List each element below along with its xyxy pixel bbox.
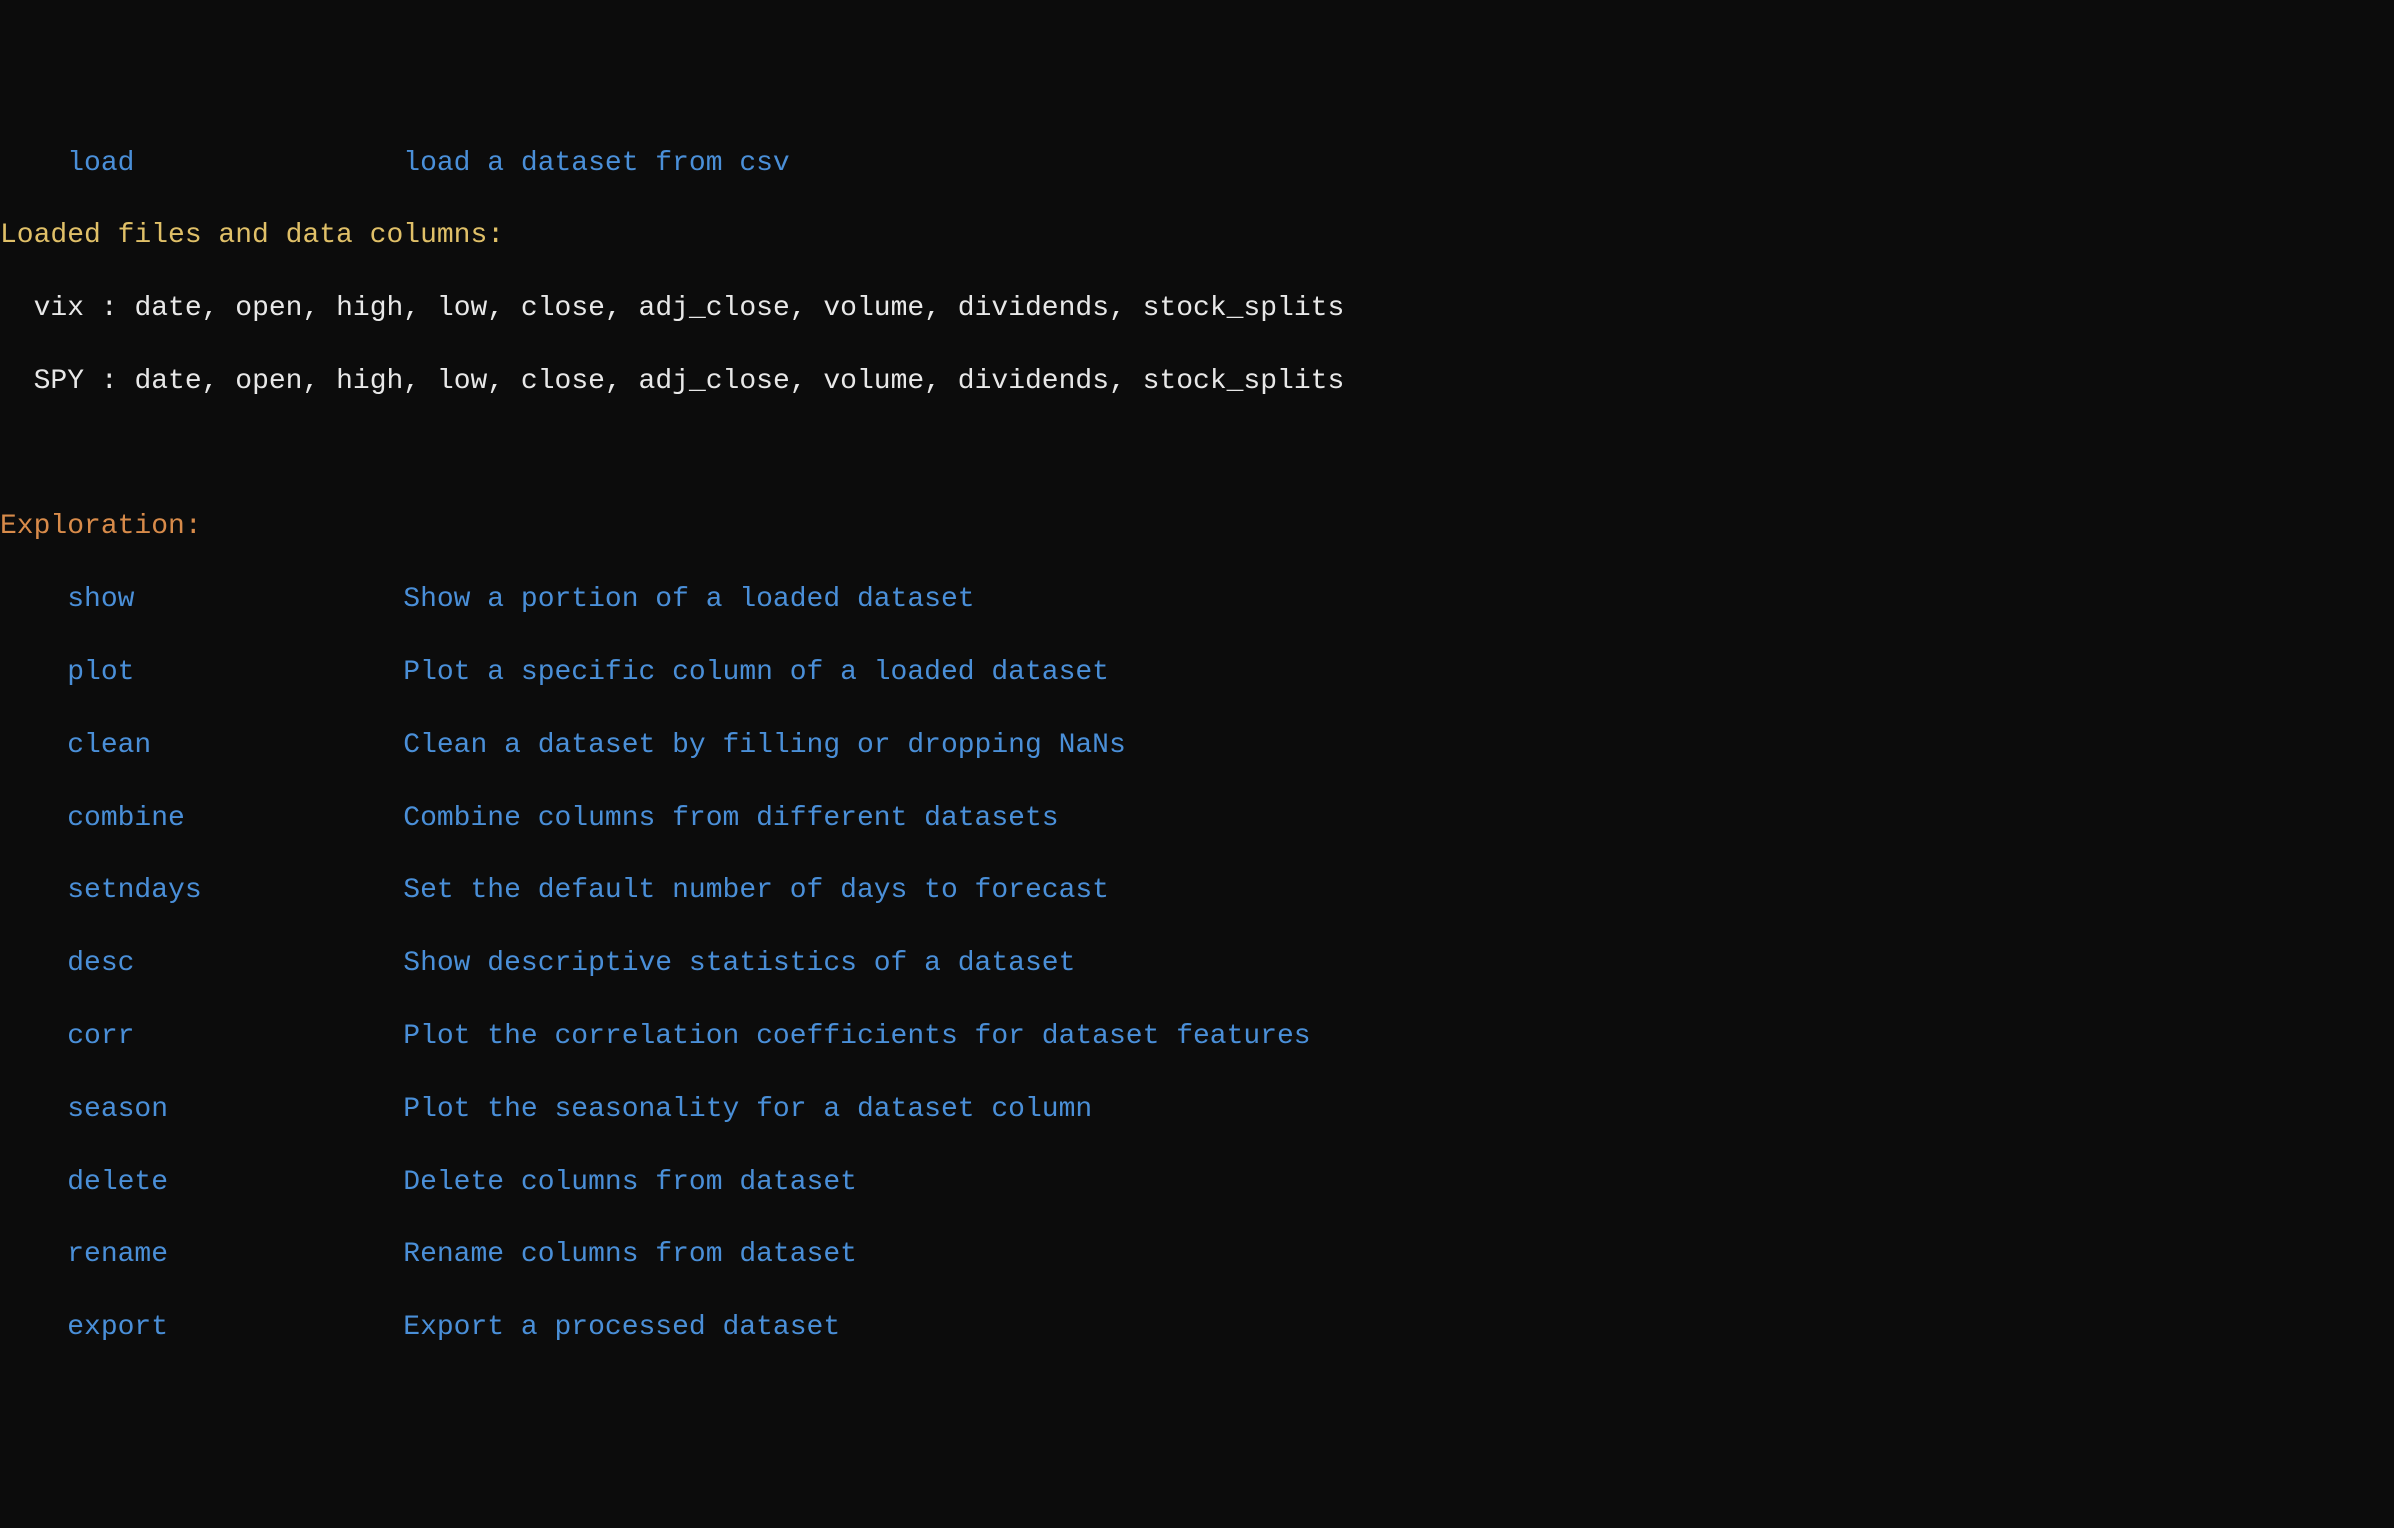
command-row: plotPlot a specific column of a loaded d… bbox=[0, 655, 2394, 691]
command-name: delete bbox=[67, 1165, 403, 1201]
file-name: vix bbox=[34, 293, 84, 324]
section-header-exploration: Exploration: bbox=[0, 509, 2394, 545]
file-columns: date, open, high, low, close, adj_close,… bbox=[134, 366, 1344, 397]
command-row: descShow descriptive statistics of a dat… bbox=[0, 946, 2394, 982]
command-row: loadload a dataset from csv bbox=[0, 146, 2394, 182]
command-row: combineCombine columns from different da… bbox=[0, 801, 2394, 837]
command-description: load a dataset from csv bbox=[403, 148, 789, 179]
command-description: Rename columns from dataset bbox=[403, 1239, 857, 1270]
command-name: desc bbox=[67, 946, 403, 982]
command-description: Combine columns from different datasets bbox=[403, 803, 1058, 834]
command-name: combine bbox=[67, 801, 403, 837]
section-header-loaded-files: Loaded files and data columns: bbox=[0, 218, 2394, 254]
command-row: deleteDelete columns from dataset bbox=[0, 1165, 2394, 1201]
loaded-file-entry: SPY : date, open, high, low, close, adj_… bbox=[0, 364, 2394, 400]
command-description: Export a processed dataset bbox=[403, 1312, 840, 1343]
command-name: clean bbox=[67, 728, 403, 764]
blank-line bbox=[0, 437, 2394, 473]
command-name: export bbox=[67, 1310, 403, 1346]
command-row: seasonPlot the seasonality for a dataset… bbox=[0, 1092, 2394, 1128]
command-row: renameRename columns from dataset bbox=[0, 1237, 2394, 1273]
command-row: corrPlot the correlation coefficients fo… bbox=[0, 1019, 2394, 1055]
terminal-output: loadload a dataset from csv Loaded files… bbox=[0, 146, 2394, 1347]
file-columns: date, open, high, low, close, adj_close,… bbox=[134, 293, 1344, 324]
command-name: corr bbox=[67, 1019, 403, 1055]
command-name: setndays bbox=[67, 873, 403, 909]
command-row: setndaysSet the default number of days t… bbox=[0, 873, 2394, 909]
command-name: plot bbox=[67, 655, 403, 691]
command-description: Plot a specific column of a loaded datas… bbox=[403, 657, 1109, 688]
command-row: showShow a portion of a loaded dataset bbox=[0, 582, 2394, 618]
command-name: season bbox=[67, 1092, 403, 1128]
command-description: Show a portion of a loaded dataset bbox=[403, 584, 974, 615]
command-description: Plot the correlation coefficients for da… bbox=[403, 1021, 1310, 1052]
command-row: exportExport a processed dataset bbox=[0, 1310, 2394, 1346]
command-description: Set the default number of days to foreca… bbox=[403, 875, 1109, 906]
loaded-file-entry: vix : date, open, high, low, close, adj_… bbox=[0, 291, 2394, 327]
command-description: Show descriptive statistics of a dataset bbox=[403, 948, 1075, 979]
command-name: rename bbox=[67, 1237, 403, 1273]
command-name: show bbox=[67, 582, 403, 618]
command-name: load bbox=[67, 146, 403, 182]
command-description: Plot the seasonality for a dataset colum… bbox=[403, 1094, 1092, 1125]
file-name: SPY bbox=[34, 366, 84, 397]
command-description: Delete columns from dataset bbox=[403, 1167, 857, 1198]
command-row: cleanClean a dataset by filling or dropp… bbox=[0, 728, 2394, 764]
command-description: Clean a dataset by filling or dropping N… bbox=[403, 730, 1126, 761]
